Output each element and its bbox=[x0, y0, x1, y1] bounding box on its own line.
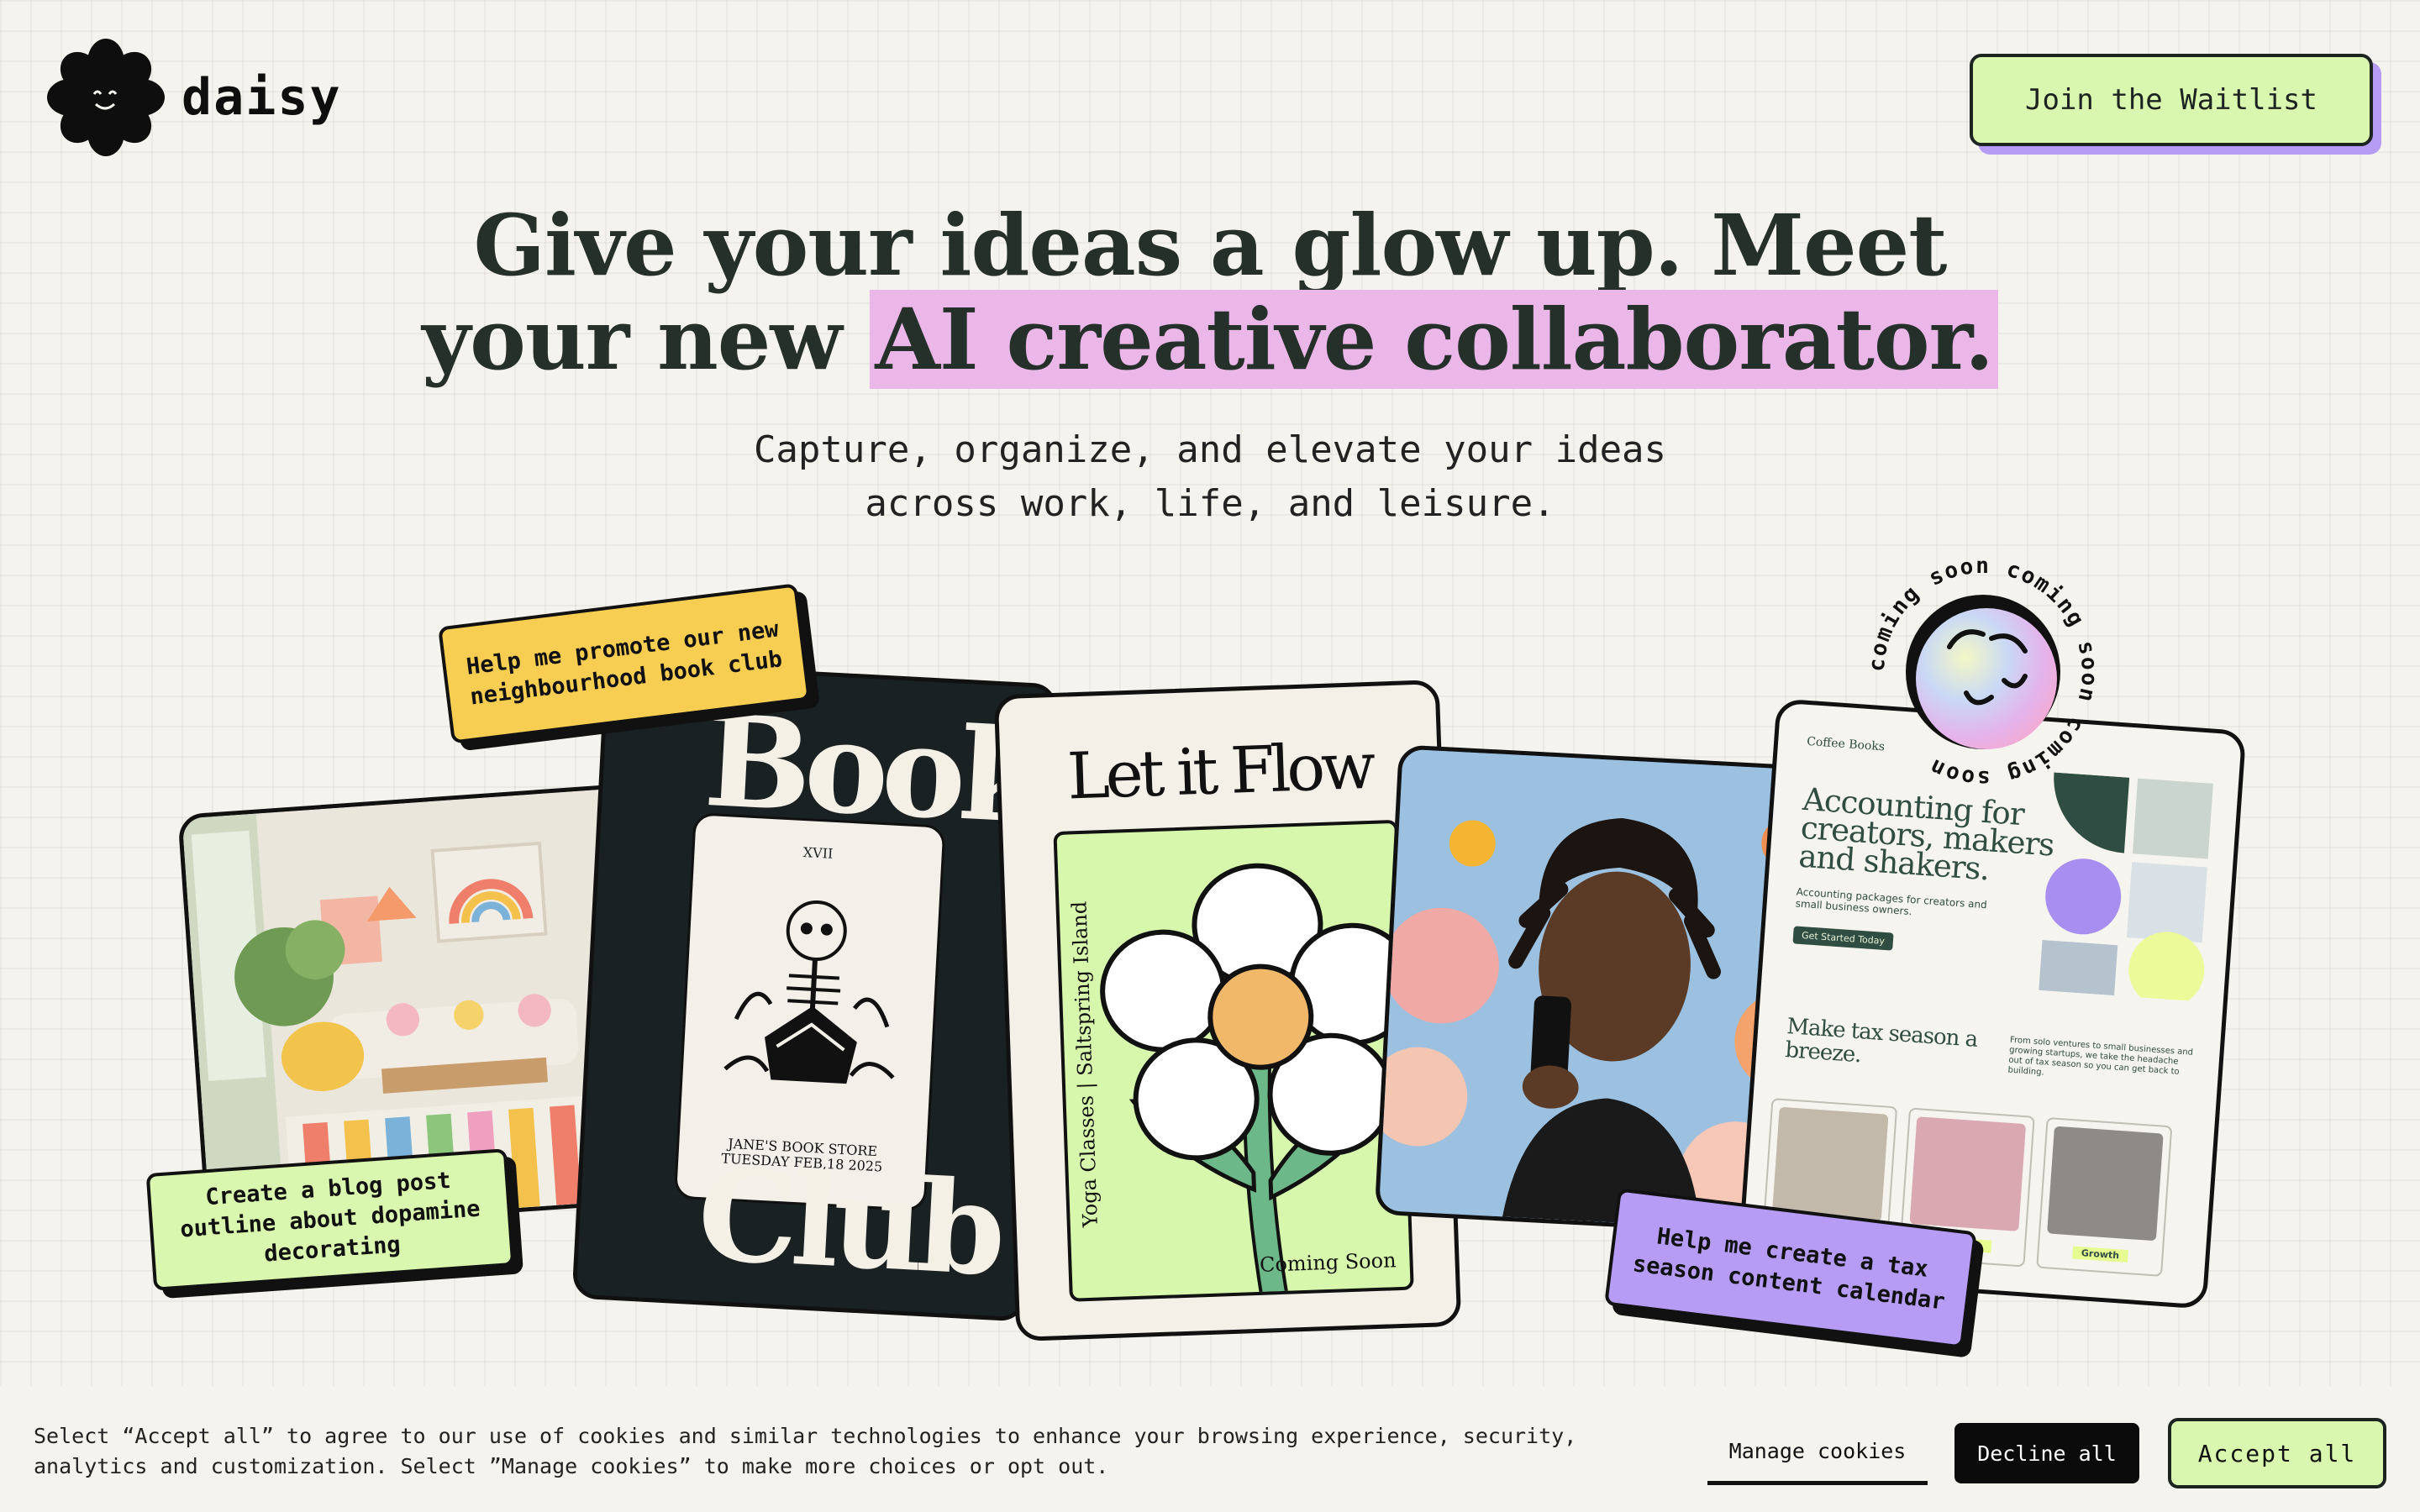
website-headline: Accounting for creators, makers and shak… bbox=[1797, 780, 2055, 888]
manage-cookies-button[interactable]: Manage cookies bbox=[1707, 1421, 1928, 1485]
website-body: From solo ventures to small businesses a… bbox=[2007, 1035, 2194, 1078]
coming-soon-badge: coming soon coming soon coming soon bbox=[1865, 554, 2101, 790]
brand-logo[interactable]: daisy bbox=[47, 39, 342, 156]
daisy-flower-icon bbox=[47, 39, 165, 156]
daisy-flower-illustration bbox=[1100, 863, 1414, 1301]
flow-title: Let it Flow bbox=[1065, 727, 1373, 814]
website-tagline: Accounting packages for creators and sma… bbox=[1795, 885, 1988, 918]
decline-all-button[interactable]: Decline all bbox=[1954, 1423, 2139, 1483]
join-waitlist-button[interactable]: Join the Waitlist bbox=[1970, 54, 2373, 146]
tarot-number: XVII bbox=[802, 844, 834, 862]
subhead-line-1: Capture, organize, and elevate your idea… bbox=[753, 428, 1667, 471]
website-tile: Growth bbox=[2036, 1116, 2173, 1277]
club-word: Club bbox=[694, 1141, 1003, 1305]
tile-label: Growth bbox=[2072, 1246, 2128, 1263]
brand-name: daisy bbox=[182, 68, 342, 127]
prompt-sticker-blog: Create a blog post outline about dopamin… bbox=[145, 1148, 515, 1291]
cookie-message: Select “Accept all” to agree to our use … bbox=[34, 1424, 1577, 1478]
subhead-line-2: across work, life, and leisure. bbox=[865, 482, 1555, 525]
website-cta-button: Get Started Today bbox=[1792, 926, 1894, 951]
flow-coming-soon: Coming Soon bbox=[1259, 1248, 1397, 1277]
website-hero-graphics bbox=[2039, 772, 2213, 1002]
website-subheading: Make tax season a breeze. bbox=[1784, 1014, 1979, 1068]
cookie-banner: Select “Accept all” to agree to our use … bbox=[0, 1386, 2420, 1512]
headline-line-2: your new bbox=[422, 290, 871, 389]
skeleton-reading-icon bbox=[723, 900, 895, 1084]
accept-all-button[interactable]: Accept all bbox=[2168, 1418, 2386, 1488]
hero-headline: Give your ideas a glow up. Meet your new… bbox=[0, 196, 2420, 389]
book-club-card: Book XVII JANE'S BOOK STORE TUESDAY FEB,… bbox=[571, 660, 1059, 1322]
hero-subheading: Capture, organize, and elevate your idea… bbox=[0, 423, 2420, 531]
flow-poster: Yoga Classes | Saltspring Island Coming … bbox=[1053, 819, 1414, 1302]
headline-highlight: AI creative collaborator. bbox=[870, 290, 1998, 389]
headline-line-1: Give your ideas a glow up. Meet bbox=[473, 196, 1948, 295]
